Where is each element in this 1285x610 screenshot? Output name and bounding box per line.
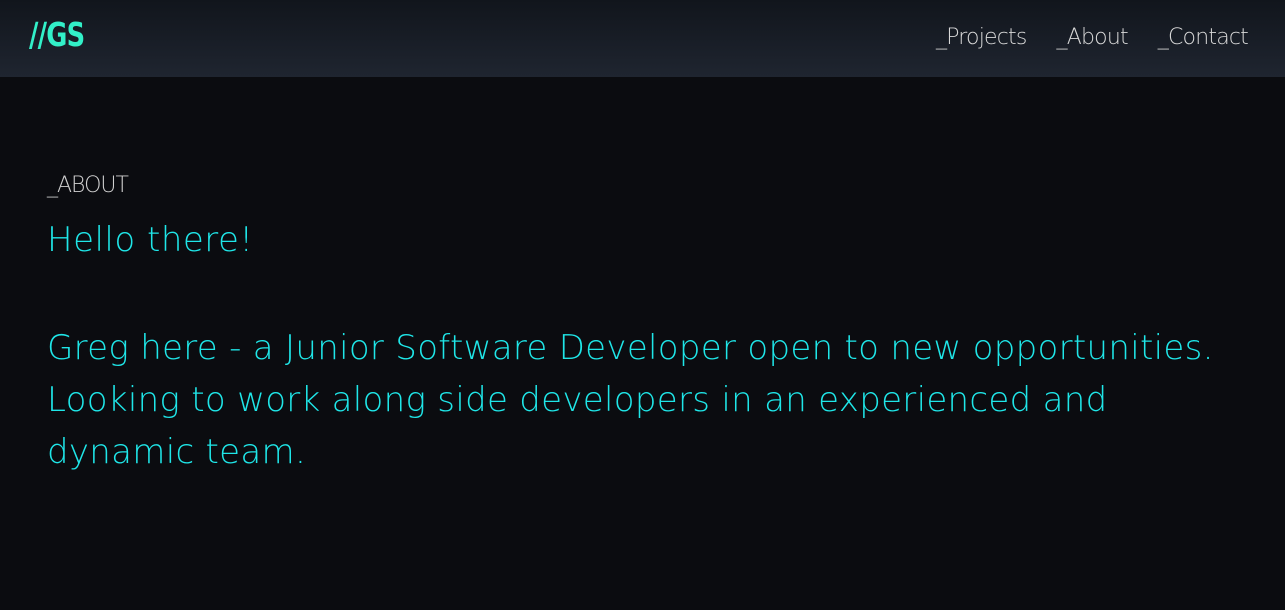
nav-link-contact[interactable]: _Contact [1158, 22, 1249, 54]
nav-link-projects[interactable]: _Projects [936, 22, 1027, 54]
top-navigation-bar: //GS _Projects _About _Contact [0, 0, 1285, 77]
nav-link-about[interactable]: _About [1057, 22, 1129, 54]
section-label: _ABOUT [47, 173, 129, 198]
greeting-heading: Hello there! [47, 220, 254, 260]
intro-paragraph: Greg here - a Junior Software Developer … [47, 328, 1214, 472]
site-logo[interactable]: //GS [29, 17, 85, 53]
about-section: _ABOUT Hello there! Greg here - a Junior… [47, 170, 1247, 478]
main-nav: _Projects _About _Contact [936, 22, 1249, 54]
